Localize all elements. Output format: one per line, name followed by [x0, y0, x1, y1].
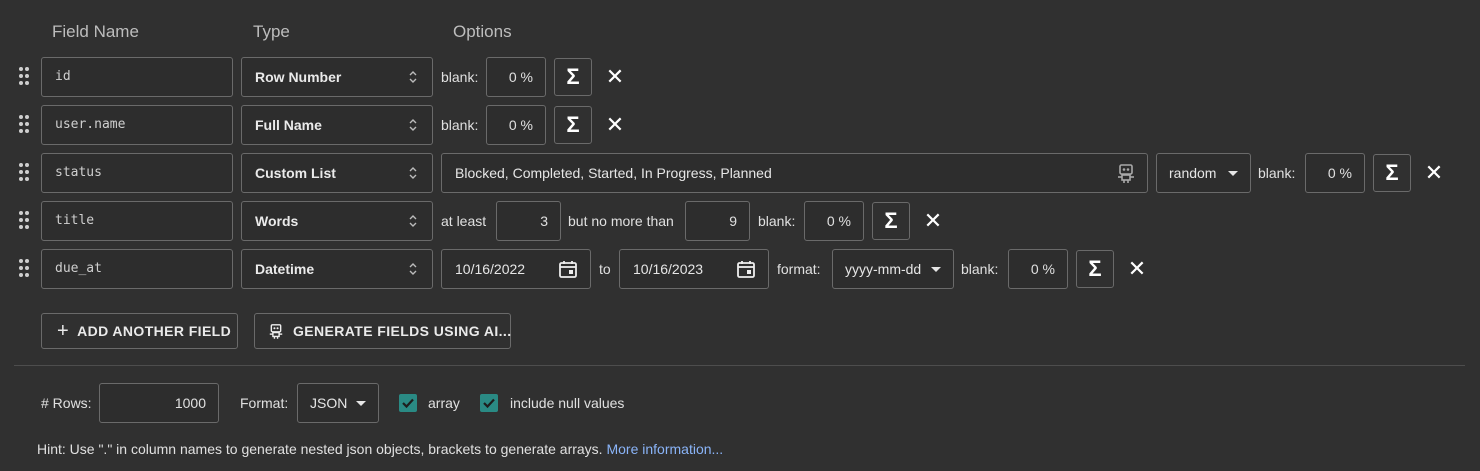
output-format-value: JSON [310, 395, 348, 411]
blank-label: blank: [961, 261, 999, 277]
date-format-value: yyyy-mm-dd [845, 261, 922, 277]
date-from-input[interactable]: 10/16/2022 [441, 249, 591, 289]
calendar-icon[interactable] [736, 259, 756, 279]
sigma-icon[interactable]: Σ [554, 58, 592, 96]
field-type-label: Words [255, 213, 299, 229]
array-checkbox[interactable] [399, 394, 417, 412]
close-icon[interactable]: ✕ [921, 201, 945, 241]
close-icon[interactable]: ✕ [603, 57, 627, 97]
field-row: user.name Full Name blank: 0 % Σ ✕ [0, 105, 1480, 145]
rows-input[interactable]: 1000 [99, 383, 219, 423]
max-words-input[interactable]: 9 [685, 201, 750, 241]
field-row: title Words at least 3 but no more than … [0, 201, 1480, 241]
no-more-than-label: but no more than [568, 213, 674, 229]
check-icon [402, 398, 414, 409]
blank-percent-input[interactable]: 0 % [804, 201, 864, 241]
date-to-value: 10/16/2023 [633, 261, 704, 277]
blank-percent-input[interactable]: 0 % [486, 105, 546, 145]
type-header: Type [253, 22, 290, 41]
field-type-label: Full Name [255, 117, 322, 133]
rows-label: # Rows: [41, 395, 92, 411]
sigma-icon[interactable]: Σ [1373, 154, 1411, 192]
field-name-input[interactable]: user.name [41, 105, 233, 145]
date-from-value: 10/16/2022 [455, 261, 526, 277]
chevron-down-icon [931, 267, 941, 272]
distribution-select[interactable]: random [1156, 153, 1251, 193]
field-row: status Custom List Blocked, Completed, S… [0, 153, 1480, 193]
sigma-icon[interactable]: Σ [872, 202, 910, 240]
field-type-select[interactable]: Words [241, 201, 433, 241]
field-type-select[interactable]: Full Name [241, 105, 433, 145]
drag-handle-icon[interactable] [19, 115, 31, 135]
updown-icon [409, 263, 417, 275]
close-icon[interactable]: ✕ [1422, 153, 1446, 193]
include-null-checkbox[interactable] [480, 394, 498, 412]
hint-body: Hint: Use "." in column names to generat… [37, 441, 603, 457]
sigma-icon[interactable]: Σ [554, 106, 592, 144]
blank-percent-input[interactable]: 0 % [1008, 249, 1068, 289]
field-type-select[interactable]: Row Number [241, 57, 433, 97]
blank-percent-input[interactable]: 0 % [1305, 153, 1365, 193]
generate-ai-label: GENERATE FIELDS USING AI... [293, 323, 512, 339]
chevron-down-icon [356, 401, 366, 406]
add-another-field-button[interactable]: + ADD ANOTHER FIELD [41, 313, 238, 349]
drag-handle-icon[interactable] [19, 163, 31, 183]
close-icon[interactable]: ✕ [1125, 249, 1149, 289]
custom-list-values: Blocked, Completed, Started, In Progress… [455, 165, 772, 181]
hint-text: Hint: Use "." in column names to generat… [37, 441, 723, 457]
distribution-value: random [1169, 165, 1217, 181]
field-type-label: Custom List [255, 165, 336, 181]
blank-percent-input[interactable]: 0 % [486, 57, 546, 97]
field-name-input[interactable]: status [41, 153, 233, 193]
options-header: Options [453, 22, 512, 41]
robot-icon [269, 324, 283, 339]
updown-icon [409, 119, 417, 131]
field-row: id Row Number blank: 0 % Σ ✕ [0, 57, 1480, 97]
drag-handle-icon[interactable] [19, 259, 31, 279]
blank-label: blank: [758, 213, 796, 229]
add-field-label: ADD ANOTHER FIELD [77, 323, 232, 339]
drag-handle-icon[interactable] [19, 211, 31, 231]
check-icon [483, 398, 495, 409]
to-label: to [599, 261, 611, 277]
format-label: format: [777, 261, 821, 277]
date-to-input[interactable]: 10/16/2023 [619, 249, 769, 289]
blank-label: blank: [1258, 165, 1296, 181]
field-type-select[interactable]: Datetime [241, 249, 433, 289]
blank-label: blank: [441, 117, 479, 133]
custom-list-input[interactable]: Blocked, Completed, Started, In Progress… [441, 153, 1148, 193]
chevron-down-icon [1228, 171, 1238, 176]
include-null-label: include null values [510, 395, 625, 411]
plus-icon: + [57, 320, 70, 342]
min-words-input[interactable]: 3 [496, 201, 561, 241]
field-type-label: Row Number [255, 69, 342, 85]
output-format-select[interactable]: JSON [297, 383, 379, 423]
updown-icon [409, 167, 417, 179]
generate-fields-ai-button[interactable]: GENERATE FIELDS USING AI... [254, 313, 511, 349]
field-name-input[interactable]: title [41, 201, 233, 241]
field-type-label: Datetime [255, 261, 315, 277]
sigma-icon[interactable]: Σ [1076, 250, 1114, 288]
drag-handle-icon[interactable] [19, 67, 31, 87]
close-icon[interactable]: ✕ [603, 105, 627, 145]
divider [14, 365, 1465, 366]
updown-icon [409, 215, 417, 227]
field-row: due_at Datetime 10/16/2022 to 10/16/2023… [0, 249, 1480, 289]
blank-label: blank: [441, 69, 479, 85]
field-name-header: Field Name [52, 22, 139, 41]
at-least-label: at least [441, 213, 487, 229]
format-label: Format: [240, 395, 289, 411]
field-name-input[interactable]: due_at [41, 249, 233, 289]
date-format-select[interactable]: yyyy-mm-dd [832, 249, 954, 289]
field-name-input[interactable]: id [41, 57, 233, 97]
field-type-select[interactable]: Custom List [241, 153, 433, 193]
array-label: array [428, 395, 460, 411]
robot-icon[interactable] [1117, 163, 1135, 183]
more-information-link[interactable]: More information... [606, 441, 723, 457]
calendar-icon[interactable] [558, 259, 578, 279]
updown-icon [409, 71, 417, 83]
